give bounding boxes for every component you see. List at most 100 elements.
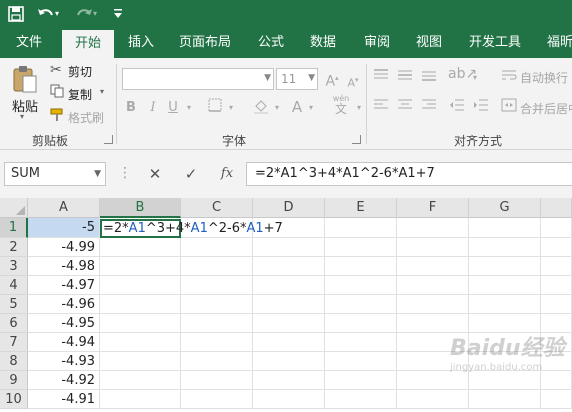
empty-cell[interactable] [541, 257, 572, 276]
cell-a10[interactable]: -4.91 [28, 390, 100, 409]
empty-cell[interactable] [469, 390, 541, 409]
empty-cell[interactable] [469, 218, 541, 238]
empty-cell[interactable] [325, 371, 397, 390]
empty-cell[interactable] [541, 218, 572, 238]
align-bottom-icon[interactable] [420, 68, 438, 87]
align-left-icon[interactable] [372, 98, 390, 117]
empty-cell[interactable] [541, 276, 572, 295]
cancel-button[interactable]: ✕ [140, 162, 170, 186]
empty-cell[interactable] [100, 238, 181, 257]
empty-cell[interactable] [181, 257, 253, 276]
empty-cell[interactable] [325, 238, 397, 257]
increase-font-icon[interactable]: A▴ [324, 70, 340, 90]
empty-cell[interactable] [325, 390, 397, 409]
bold-button[interactable]: B [124, 100, 138, 116]
empty-cell[interactable] [253, 371, 325, 390]
name-box-dropdown-icon[interactable]: ▼ [94, 163, 101, 185]
empty-cell[interactable] [100, 390, 181, 409]
column-header-b[interactable]: B [100, 198, 181, 218]
cell-a4[interactable]: -4.97 [28, 276, 100, 295]
tab-file[interactable]: 文件 [6, 28, 52, 58]
empty-cell[interactable] [325, 257, 397, 276]
cell-a8[interactable]: -4.93 [28, 352, 100, 371]
tab-developer[interactable]: 开发工具 [462, 28, 528, 58]
empty-cell[interactable] [541, 295, 572, 314]
empty-cell[interactable] [397, 257, 469, 276]
empty-cell[interactable] [397, 238, 469, 257]
font-size-select[interactable]: 11 ▼ [276, 68, 318, 90]
formula-input[interactable]: =2*A1^3+4*A1^2-6*A1+7 [246, 162, 572, 186]
cell-a3[interactable]: -4.98 [28, 257, 100, 276]
empty-cell[interactable] [100, 314, 181, 333]
empty-cell[interactable] [253, 276, 325, 295]
column-header-g[interactable]: G [469, 198, 541, 218]
empty-cell[interactable] [181, 238, 253, 257]
italic-button[interactable]: I [146, 100, 160, 116]
empty-cell[interactable] [181, 333, 253, 352]
enter-button[interactable]: ✓ [176, 162, 206, 186]
select-all-button[interactable] [0, 198, 28, 218]
underline-button[interactable]: U [166, 100, 180, 116]
empty-cell[interactable] [397, 276, 469, 295]
empty-cell[interactable] [325, 333, 397, 352]
cell-a1[interactable]: -5 [28, 218, 100, 238]
row-header[interactable]: 6 [0, 314, 28, 333]
cell-a9[interactable]: -4.92 [28, 371, 100, 390]
font-name-select[interactable]: ▼ [122, 68, 274, 90]
empty-cell[interactable] [469, 238, 541, 257]
empty-cell[interactable] [253, 314, 325, 333]
empty-cell[interactable] [541, 238, 572, 257]
empty-cell[interactable] [100, 333, 181, 352]
empty-cell[interactable] [397, 218, 469, 238]
row-header[interactable]: 8 [0, 352, 28, 371]
tab-data[interactable]: 数据 [302, 28, 344, 58]
empty-cell[interactable] [325, 276, 397, 295]
phonetic-dropdown-icon[interactable]: ▾ [354, 100, 364, 116]
empty-cell[interactable] [253, 390, 325, 409]
empty-cell[interactable] [325, 295, 397, 314]
underline-dropdown-icon[interactable]: ▾ [184, 100, 194, 116]
empty-cell[interactable] [469, 276, 541, 295]
empty-cell[interactable] [181, 371, 253, 390]
tab-insert[interactable]: 插入 [120, 28, 162, 58]
empty-cell[interactable] [181, 352, 253, 371]
clipboard-launcher-icon[interactable] [104, 135, 113, 144]
orientation-dropdown-icon[interactable]: ▾ [470, 70, 480, 86]
empty-cell[interactable] [325, 314, 397, 333]
empty-cell[interactable] [100, 295, 181, 314]
increase-indent-icon[interactable] [472, 98, 490, 117]
column-header-a[interactable]: A [28, 198, 100, 218]
column-header-h[interactable] [541, 198, 572, 218]
empty-cell[interactable] [325, 352, 397, 371]
row-header[interactable]: 10 [0, 390, 28, 409]
orientation-icon[interactable]: ab↗ [448, 66, 477, 82]
row-header[interactable]: 7 [0, 333, 28, 352]
cell-a2[interactable]: -4.99 [28, 238, 100, 257]
align-center-icon[interactable] [396, 98, 414, 117]
empty-cell[interactable] [181, 314, 253, 333]
paste-dropdown-icon[interactable]: ▾ [20, 112, 24, 121]
undo-icon[interactable]: ▾ [34, 4, 62, 24]
empty-cell[interactable] [181, 390, 253, 409]
empty-cell[interactable] [100, 257, 181, 276]
copy-dropdown-icon[interactable]: ▾ [100, 87, 104, 96]
empty-cell[interactable] [100, 276, 181, 295]
name-box[interactable]: SUM ▼ [4, 162, 106, 186]
cell-a7[interactable]: -4.94 [28, 333, 100, 352]
empty-cell[interactable] [253, 333, 325, 352]
tab-formulas[interactable]: 公式 [250, 28, 292, 58]
tab-home[interactable]: 开始 [62, 30, 114, 58]
borders-icon[interactable] [206, 98, 224, 117]
tab-foxit[interactable]: 福昕 [540, 28, 572, 58]
fill-color-dropdown-icon[interactable]: ▾ [272, 100, 282, 116]
redo-icon[interactable]: ▾ [72, 4, 100, 24]
empty-cell[interactable] [253, 295, 325, 314]
row-header[interactable]: 2 [0, 238, 28, 257]
empty-cell[interactable] [181, 276, 253, 295]
tab-page-layout[interactable]: 页面布局 [172, 28, 238, 58]
column-header-c[interactable]: C [181, 198, 253, 218]
font-launcher-icon[interactable] [352, 135, 361, 144]
cell-a5[interactable]: -4.96 [28, 295, 100, 314]
empty-cell[interactable] [469, 295, 541, 314]
align-middle-icon[interactable] [396, 68, 414, 87]
